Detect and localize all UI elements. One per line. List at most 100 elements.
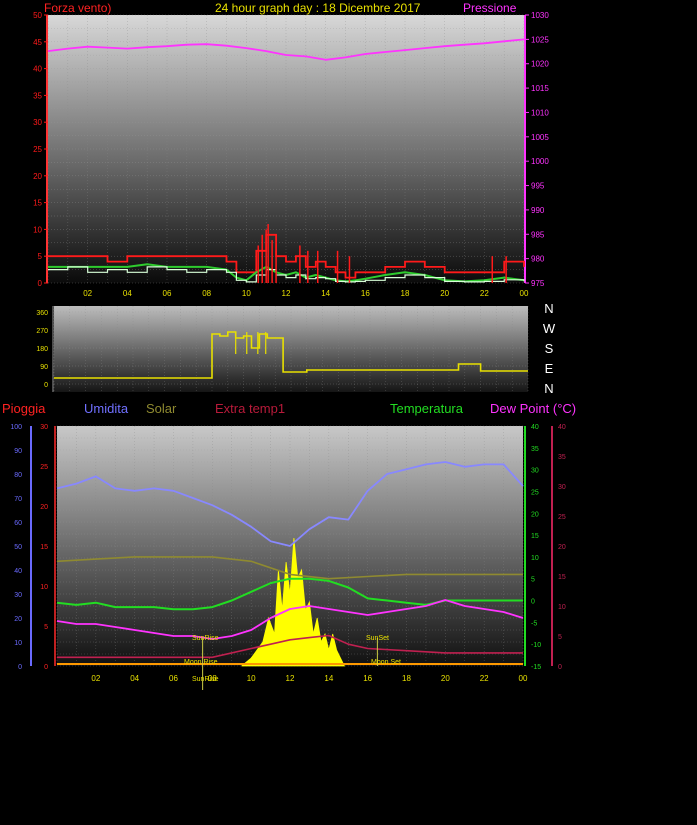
temp-tick-label: 25 bbox=[531, 489, 539, 496]
x-tick-label: 14 bbox=[324, 674, 333, 683]
x-tick-label: 02 bbox=[83, 289, 92, 298]
solar-tick-label: 30 bbox=[40, 424, 48, 431]
rain-tick-label: 90 bbox=[14, 448, 22, 455]
x-tick-label: 12 bbox=[282, 289, 291, 298]
rain-tick-label: 10 bbox=[14, 640, 22, 647]
right-title: Pressione bbox=[463, 1, 517, 15]
weather-graph: Forza vento) 24 hour graph day : 18 Dice… bbox=[2, 1, 576, 690]
rain-tick-label: 80 bbox=[14, 472, 22, 479]
rain-tick-label: 70 bbox=[14, 496, 22, 503]
moonset-label: Moon Set bbox=[371, 659, 401, 666]
x-tick-label: 10 bbox=[247, 674, 256, 683]
panel1-x-axis: 02 04 06 08 10 12 14 16 18 20 22 00 bbox=[83, 289, 529, 298]
rain-tick-label: 30 bbox=[14, 592, 22, 599]
left-tick-label: 50 bbox=[33, 11, 42, 20]
dew-tick-label: 40 bbox=[558, 424, 566, 431]
solar-tick-label: 25 bbox=[40, 464, 48, 471]
right-tick-label: 1015 bbox=[531, 84, 549, 93]
x-tick-label: 06 bbox=[163, 289, 172, 298]
sunset-label: SunSet bbox=[366, 635, 389, 642]
direction-tick-label: 180 bbox=[36, 346, 48, 353]
solar-tick-label: 15 bbox=[40, 544, 48, 551]
x-tick-label: 08 bbox=[208, 674, 217, 683]
rain-tick-label: 20 bbox=[14, 616, 22, 623]
panel3-x-axis: 02 04 06 08 10 12 14 16 18 20 22 00 bbox=[91, 674, 528, 683]
panel1-left-axis: 0 5 10 15 20 25 30 35 40 45 50 bbox=[33, 11, 48, 288]
x-tick-label: 16 bbox=[361, 289, 370, 298]
rain-tick-label: 50 bbox=[14, 544, 22, 551]
dew-tick-label: 35 bbox=[558, 454, 566, 461]
right-tick-label: 1000 bbox=[531, 157, 549, 166]
direction-tick-label: 0 bbox=[44, 382, 48, 389]
left-tick-label: 20 bbox=[33, 172, 42, 181]
temp-tick-label: 40 bbox=[531, 424, 539, 431]
temp-tick-label: 5 bbox=[531, 577, 535, 584]
dew-tick-label: 5 bbox=[558, 634, 562, 641]
right-tick-label: 975 bbox=[531, 279, 545, 288]
right-tick-label: 1030 bbox=[531, 11, 549, 20]
right-tick-label: 1025 bbox=[531, 35, 549, 44]
moonrise-label: Moon Rise bbox=[184, 659, 218, 666]
x-tick-label: 04 bbox=[130, 674, 139, 683]
dew-tick-label: 30 bbox=[558, 484, 566, 491]
x-tick-label: 12 bbox=[286, 674, 295, 683]
panel1-right-axis: 975 980 985 990 995 1000 1005 1010 1015 1020 1025 1… bbox=[525, 11, 549, 288]
compass-labels: NWSEN bbox=[543, 301, 556, 396]
compass-letter: N bbox=[544, 301, 553, 316]
temp-tick-label: 15 bbox=[531, 533, 539, 540]
temp-tick-label: 30 bbox=[531, 468, 539, 475]
temp-tick-label: 0 bbox=[531, 599, 535, 606]
rain-tick-label: 60 bbox=[14, 520, 22, 527]
dew-tick-label: 0 bbox=[558, 664, 562, 671]
legend-temperature: Temperatura bbox=[390, 401, 464, 416]
panel2-left-axis: 0 90 180 270 360 bbox=[36, 310, 48, 389]
right-tick-label: 1005 bbox=[531, 133, 549, 142]
compass-letter: W bbox=[543, 321, 556, 336]
left-tick-label: 40 bbox=[33, 65, 42, 74]
left-title: Forza vento) bbox=[44, 1, 111, 15]
temp-tick-label: 35 bbox=[531, 446, 539, 453]
x-tick-label: 20 bbox=[440, 289, 449, 298]
x-tick-label: 16 bbox=[363, 674, 372, 683]
dew-tick-label: 20 bbox=[558, 544, 566, 551]
temp-tick-label: -10 bbox=[531, 642, 541, 649]
x-tick-label: 14 bbox=[321, 289, 330, 298]
rain-tick-label: 0 bbox=[18, 664, 22, 671]
x-tick-label: 00 bbox=[519, 674, 528, 683]
left-tick-label: 35 bbox=[33, 91, 42, 100]
left-tick-label: 30 bbox=[33, 118, 42, 127]
solar-tick-label: 20 bbox=[40, 504, 48, 511]
direction-tick-label: 360 bbox=[36, 310, 48, 317]
right-tick-label: 995 bbox=[531, 182, 545, 191]
left-tick-label: 15 bbox=[33, 199, 42, 208]
direction-tick-label: 90 bbox=[40, 364, 48, 371]
temp-tick-label: 20 bbox=[531, 511, 539, 518]
dew-tick-label: 15 bbox=[558, 574, 566, 581]
x-tick-label: 10 bbox=[242, 289, 251, 298]
x-tick-label: 22 bbox=[480, 289, 489, 298]
rain-tick-label: 100 bbox=[10, 424, 22, 431]
temp-tick-label: -15 bbox=[531, 664, 541, 671]
x-tick-label: 18 bbox=[402, 674, 411, 683]
compass-letter: E bbox=[545, 361, 554, 376]
right-tick-label: 1020 bbox=[531, 60, 549, 69]
right-tick-label: 1010 bbox=[531, 108, 549, 117]
legend-humidity: Umidita bbox=[84, 401, 129, 416]
dew-tick-label: 10 bbox=[558, 604, 566, 611]
legend-dew-point: Dew Point (°C) bbox=[490, 401, 576, 416]
x-tick-label: 20 bbox=[441, 674, 450, 683]
left-tick-label: 0 bbox=[38, 279, 43, 288]
right-tick-label: 990 bbox=[531, 206, 545, 215]
compass-letter: N bbox=[544, 381, 553, 396]
legend-solar: Solar bbox=[146, 401, 177, 416]
x-tick-label: 18 bbox=[401, 289, 410, 298]
right-tick-label: 980 bbox=[531, 255, 545, 264]
center-title: 24 hour graph day : 18 Dicembre 2017 bbox=[215, 1, 421, 15]
left-tick-label: 5 bbox=[38, 252, 43, 261]
direction-tick-label: 270 bbox=[36, 328, 48, 335]
solar-tick-label: 10 bbox=[40, 584, 48, 591]
solar-tick-label: 0 bbox=[44, 664, 48, 671]
sunrise-label: SunRise bbox=[192, 635, 219, 642]
right-tick-label: 985 bbox=[531, 230, 545, 239]
legend-rain: Pioggia bbox=[2, 401, 46, 416]
